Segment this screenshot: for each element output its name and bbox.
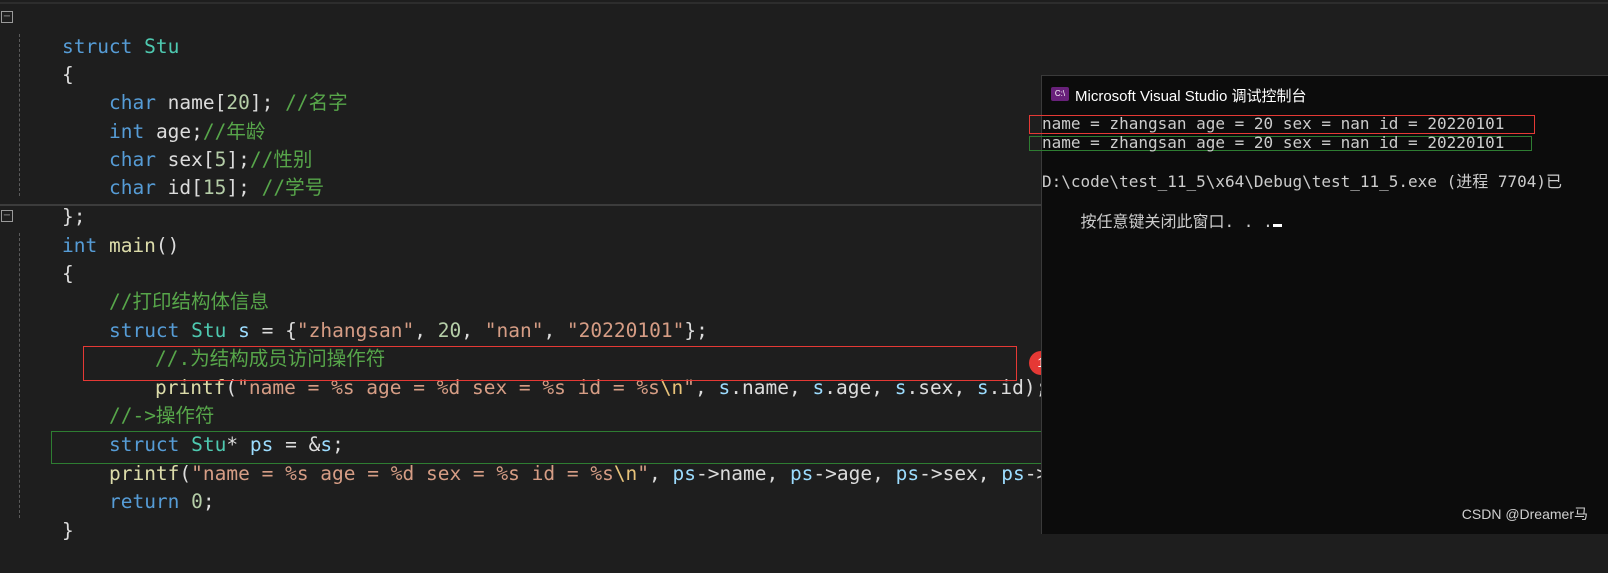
- escape-sequence: \n: [613, 462, 638, 485]
- brace: }: [61, 519, 74, 542]
- console-output-line: name = zhangsan age = 20 sex = nan id = …: [1042, 114, 1505, 133]
- code-text: ->name,: [696, 462, 790, 485]
- code-text: ,: [649, 462, 673, 485]
- cursor-icon: [1272, 224, 1282, 227]
- type-name: Stu: [132, 35, 180, 58]
- debug-console-window[interactable]: C:\ Microsoft Visual Studio 调试控制台 name =…: [1029, 75, 1608, 534]
- string-literal: ": [637, 462, 650, 485]
- comment: //名字: [285, 91, 348, 114]
- code-separator: [0, 2, 1608, 4]
- vs-icon: C:\: [1051, 87, 1069, 101]
- console-output-line: name = zhangsan age = 20 sex = nan id = …: [1042, 133, 1505, 152]
- code-line: int main(): [15, 204, 179, 257]
- comment: //学号: [261, 176, 325, 199]
- fold-toggle-struct[interactable]: −: [1, 11, 13, 23]
- code-text: id[: [155, 176, 203, 199]
- keyword: char: [108, 176, 156, 199]
- number: 20: [437, 319, 462, 342]
- code-text: ,: [461, 319, 485, 342]
- code-text: };: [684, 319, 708, 342]
- function-name: main: [108, 234, 156, 257]
- code-line: struct Stu s = {"zhangsan", 20, "nan", "…: [62, 289, 708, 342]
- code-line: char name[20]; //名字: [62, 61, 348, 114]
- code-text: ];: [226, 176, 262, 199]
- keyword: return: [108, 490, 180, 513]
- code-line: char id[15]; //学号: [62, 146, 324, 199]
- code-line: {: [15, 33, 74, 86]
- code-text: ;: [202, 490, 215, 513]
- code-line: //.为结构成员访问操作符: [108, 317, 385, 370]
- string-literal: "20220101": [566, 319, 685, 342]
- variable: ps: [789, 462, 814, 485]
- code-line: return 0;: [62, 460, 215, 513]
- console-title: Microsoft Visual Studio 调试控制台: [1075, 88, 1307, 105]
- code-text: ,: [543, 319, 567, 342]
- highlight-box-dot-access: [83, 346, 1017, 381]
- number: 15: [202, 176, 227, 199]
- variable: ps: [672, 462, 697, 485]
- console-prompt-line: 按任意键关闭此窗口. . .: [1042, 192, 1282, 231]
- variable: ps: [895, 462, 920, 485]
- number: 0: [191, 490, 203, 513]
- string-literal: "name = %s age = %d sex = %s id = %s: [191, 462, 614, 485]
- console-exit-line: D:\code\test_11_5\x64\Debug\test_11_5.ex…: [1042, 172, 1563, 191]
- variable: ps: [1001, 462, 1025, 485]
- code-line: int age;//年龄: [62, 90, 265, 143]
- string-literal: "nan": [484, 319, 544, 342]
- code-line: {: [15, 232, 74, 285]
- code-text: ->age,: [813, 462, 896, 485]
- code-line: };: [15, 175, 85, 228]
- code-line: //打印结构体信息: [62, 260, 269, 313]
- code-line: struct Stu* ps = &s;: [62, 403, 344, 456]
- code-text: ->sex,: [919, 462, 1002, 485]
- console-title-bar[interactable]: C:\ Microsoft Visual Studio 调试控制台: [1042, 76, 1608, 112]
- code-text: ,: [414, 319, 438, 342]
- fold-toggle-main[interactable]: −: [1, 210, 13, 222]
- console-prompt-text: 按任意键关闭此窗口. . .: [1080, 212, 1273, 231]
- watermark: CSDN @Dreamer马: [1461, 506, 1588, 522]
- code-line: struct Stu: [15, 5, 179, 58]
- highlight-box-arrow-access: [51, 431, 1043, 464]
- code-line: char sex[5];//性别: [62, 118, 312, 171]
- code-line: }: [15, 489, 74, 542]
- code-text: (): [155, 234, 180, 257]
